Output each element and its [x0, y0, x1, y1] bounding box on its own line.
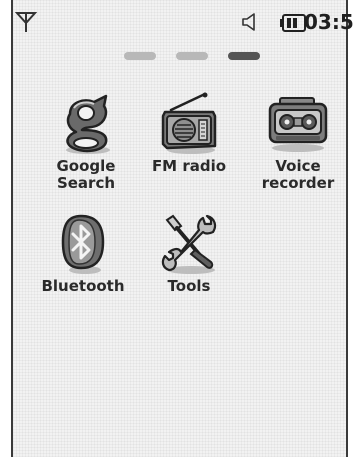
- app-google-search[interactable]: Google Search: [36, 92, 136, 192]
- tools-icon: [161, 214, 217, 274]
- app-label: FM radio: [151, 157, 227, 175]
- battery-icon: [280, 14, 306, 32]
- google-search-icon: [66, 94, 110, 154]
- app-tools[interactable]: Tools: [139, 212, 239, 295]
- phone-screen: 03:51 Google Search: [11, 0, 355, 457]
- page-dot-1[interactable]: [124, 52, 156, 60]
- page-dot-3[interactable]: [228, 52, 260, 60]
- page-indicator: [124, 52, 264, 62]
- app-voice-recorder[interactable]: Voice recorder: [248, 92, 348, 192]
- page-dot-2[interactable]: [176, 52, 208, 60]
- app-label: Bluetooth: [41, 277, 125, 295]
- bluetooth-icon: [61, 214, 105, 274]
- app-label: Google Search: [56, 157, 116, 192]
- speaker-icon[interactable]: [241, 12, 259, 32]
- status-bar: 03:51: [13, 0, 355, 40]
- status-clock: 03:51: [304, 10, 355, 34]
- app-bluetooth[interactable]: Bluetooth: [33, 212, 133, 295]
- app-label: Voice recorder: [261, 157, 335, 192]
- app-fm-radio[interactable]: FM radio: [139, 92, 239, 175]
- signal-antenna-icon: [15, 12, 37, 32]
- app-label: Tools: [167, 277, 211, 295]
- voice-recorder-icon: [268, 97, 328, 152]
- fm-radio-icon: [161, 92, 217, 154]
